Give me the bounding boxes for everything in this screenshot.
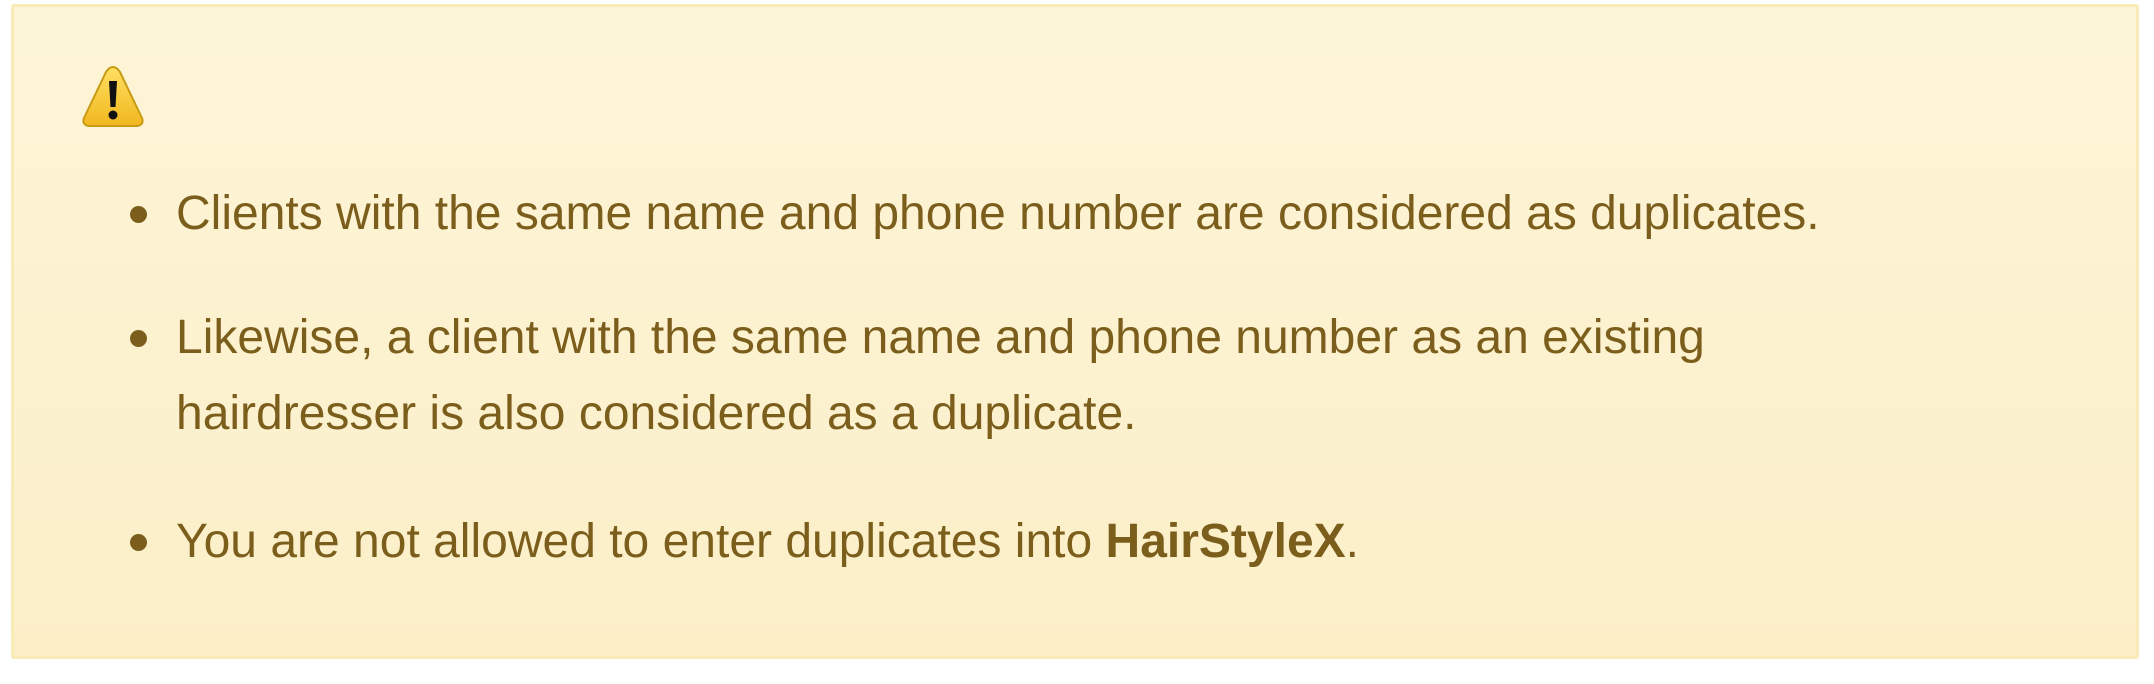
warning-icon bbox=[80, 63, 146, 129]
brand-name: HairStyleX bbox=[1105, 515, 1346, 568]
list-item-no-duplicates: You are not allowed to enter duplicates … bbox=[130, 504, 1976, 580]
duplicate-warning-alert: Clients with the same name and phone num… bbox=[11, 4, 2139, 659]
list-item-text-before: You are not allowed to enter duplicates … bbox=[176, 515, 1106, 568]
list-item-duplicate-clients: Clients with the same name and phone num… bbox=[130, 176, 1976, 252]
list-item-text-after: . bbox=[1345, 515, 1359, 568]
list-item-text: Likewise, a client with the same name an… bbox=[176, 311, 1705, 440]
list-item-text: Clients with the same name and phone num… bbox=[176, 187, 1820, 240]
list-item-duplicate-hairdresser: Likewise, a client with the same name an… bbox=[130, 300, 1936, 452]
